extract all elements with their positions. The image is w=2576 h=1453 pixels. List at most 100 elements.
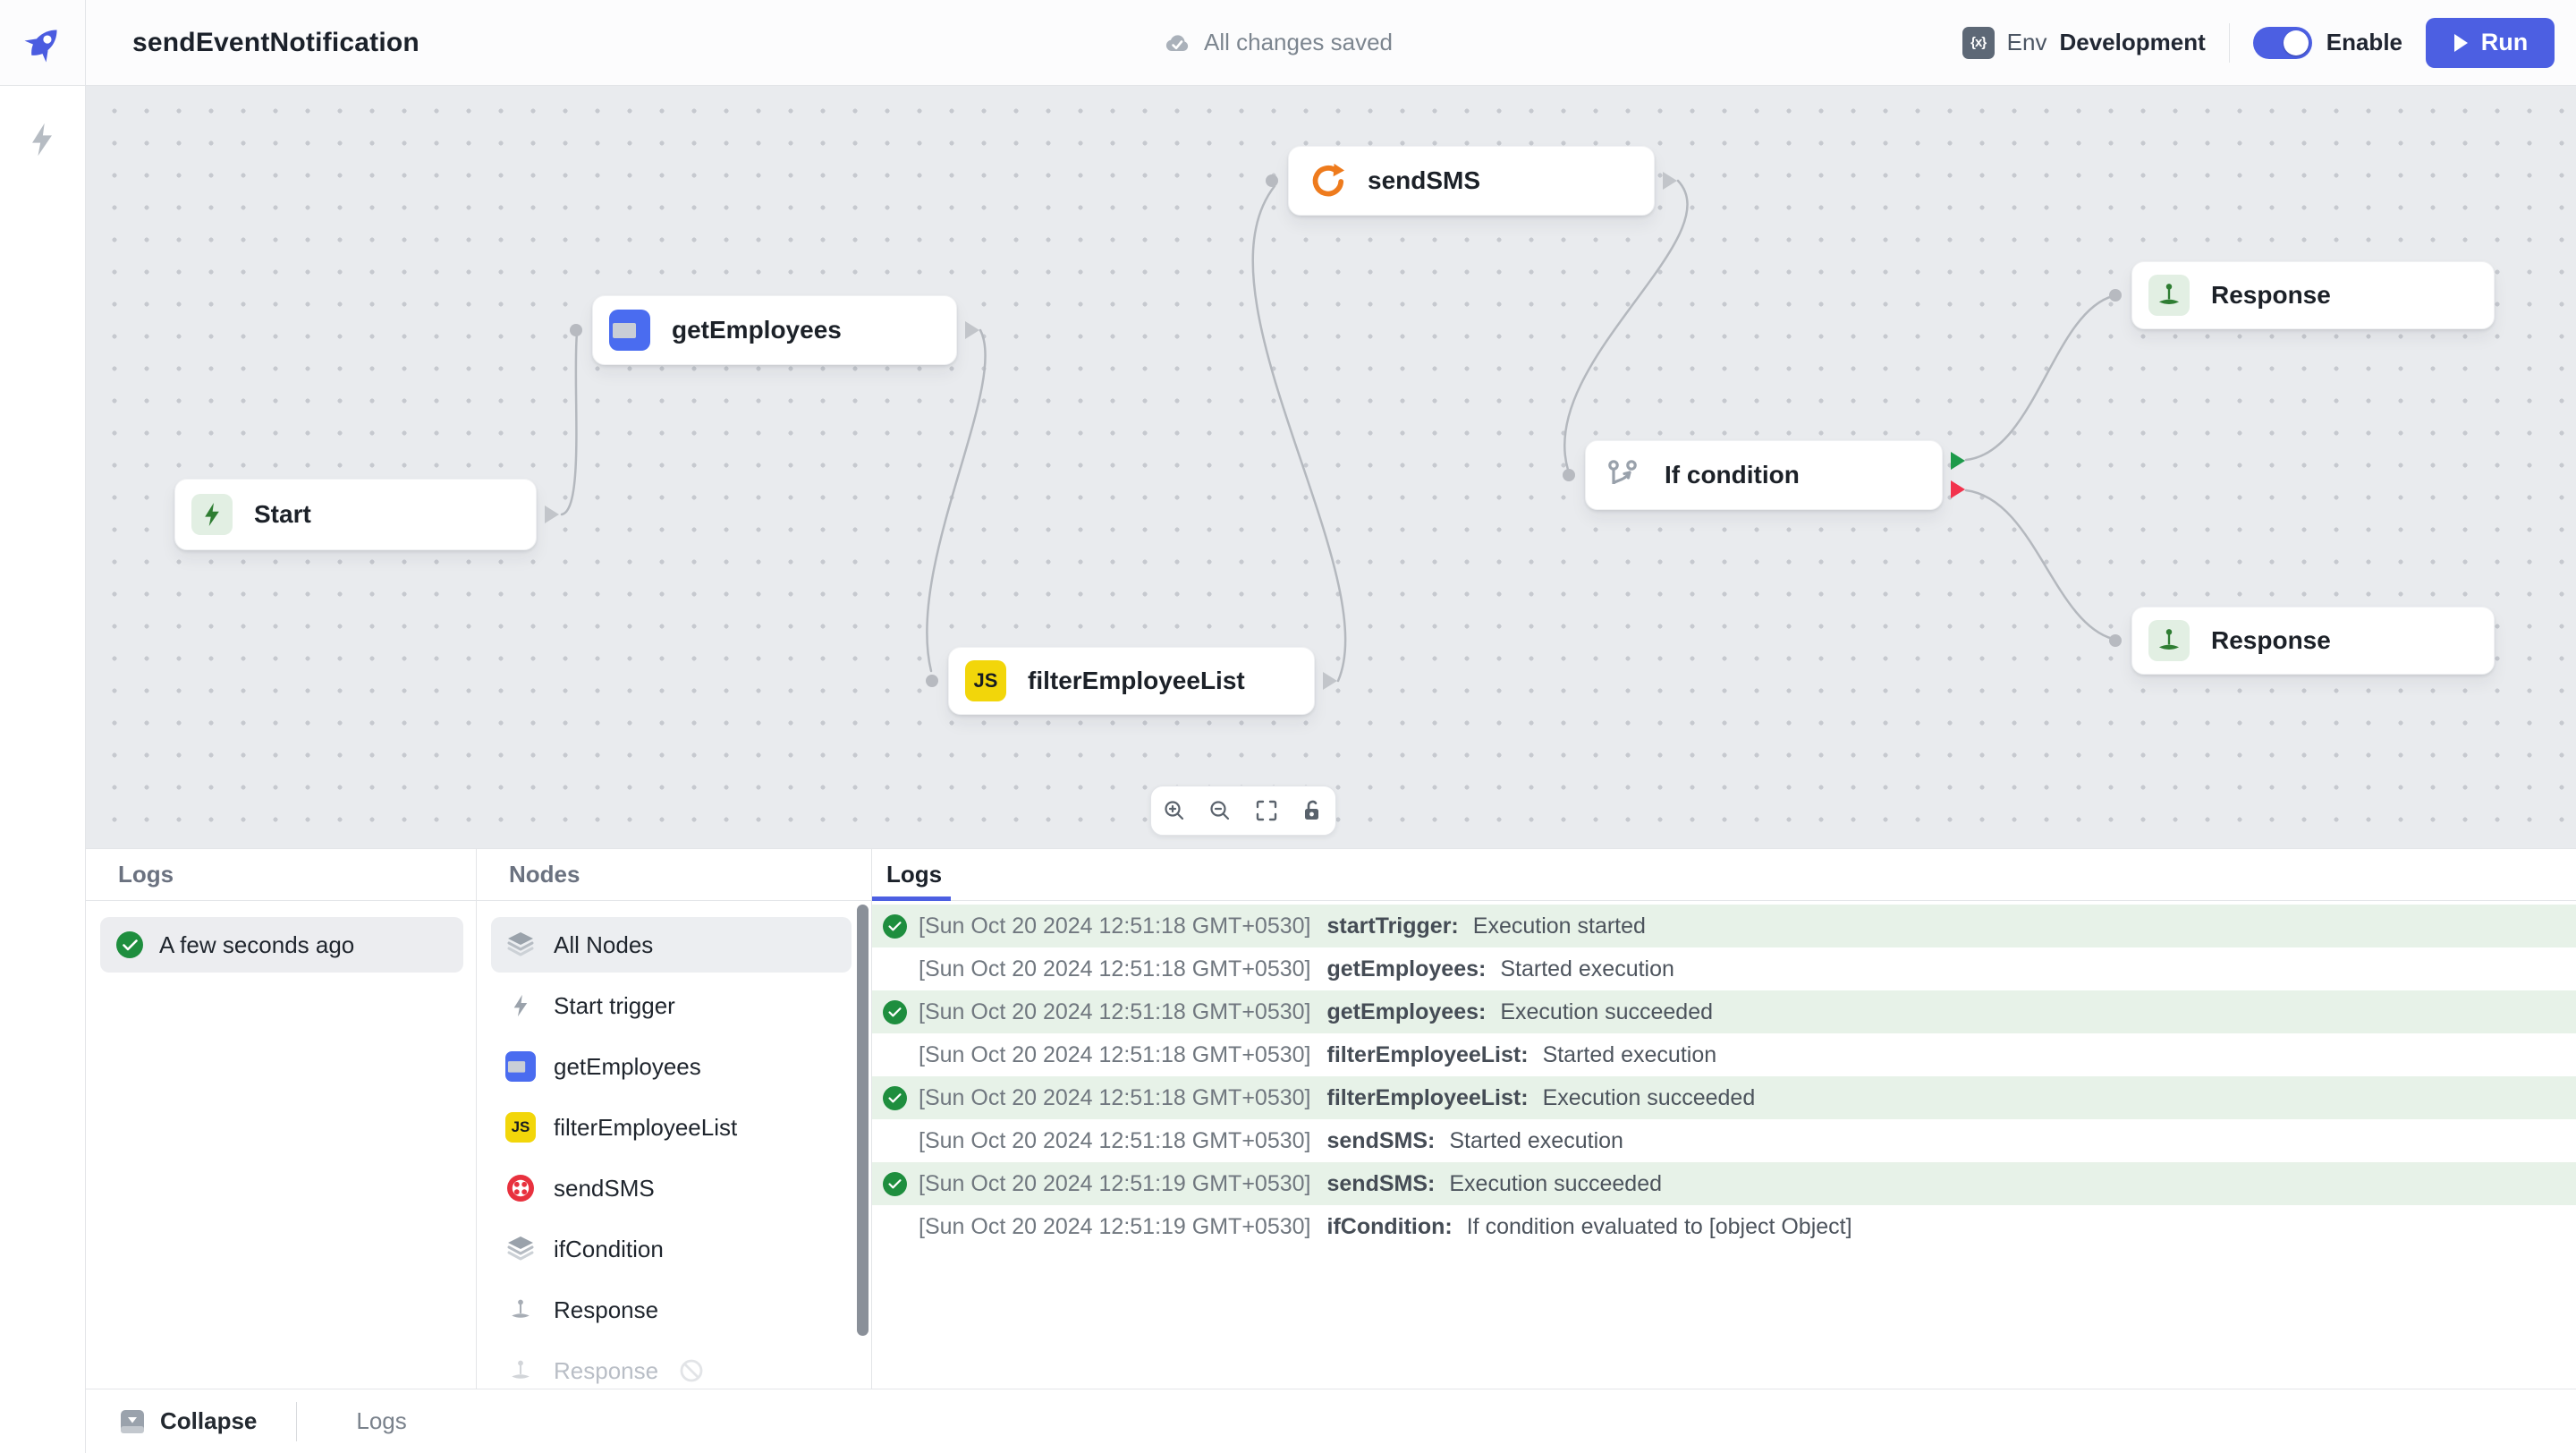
input-port[interactable] (570, 324, 582, 336)
nodes-list-item-response-1[interactable]: Response (491, 1282, 852, 1338)
node-label: Start (254, 500, 311, 529)
output-port-false[interactable] (1951, 480, 1965, 498)
lock-icon[interactable] (1294, 793, 1330, 828)
node-filterEmployeeList[interactable]: JS filterEmployeeList (948, 647, 1315, 715)
nodes-list-item-getEmployees[interactable]: getEmployees (491, 1039, 852, 1094)
run-button[interactable]: Run (2426, 18, 2555, 68)
nodes-header: Nodes (477, 849, 871, 901)
runs-header: Logs (86, 849, 476, 901)
environment-selector[interactable]: {x} Env Development (1962, 27, 2206, 59)
output-port[interactable] (545, 506, 559, 523)
node-response-2[interactable]: Response (2131, 607, 2495, 675)
nodes-list-scrollbar[interactable] (857, 905, 869, 1336)
nodes-list-item-label: Response (554, 1296, 658, 1324)
workflow-editor: Start getEmployees sendSMS JS filterEmpl… (0, 0, 2576, 1453)
node-sendSMS[interactable]: sendSMS (1288, 146, 1655, 216)
collapse-panel-icon (119, 1408, 146, 1435)
log-node-name: sendSMS: (1327, 1128, 1436, 1154)
node-start[interactable]: Start (174, 479, 537, 550)
zoom-in-icon[interactable] (1157, 793, 1192, 828)
log-row[interactable]: [Sun Oct 20 2024 12:51:18 GMT+0530] getE… (872, 990, 2576, 1033)
fit-view-icon[interactable] (1249, 793, 1284, 828)
branch-icon (1602, 455, 1643, 496)
top-bar-actions: {x} Env Development Enable Run (1962, 18, 2576, 68)
env-value: Development (2059, 29, 2205, 56)
log-row[interactable]: [Sun Oct 20 2024 12:51:18 GMT+0530] star… (872, 905, 2576, 947)
env-label: Env (2007, 29, 2047, 56)
runs-column: Logs A few seconds ago (86, 849, 477, 1389)
output-port[interactable] (1663, 172, 1677, 190)
log-row[interactable]: [Sun Oct 20 2024 12:51:18 GMT+0530] filt… (872, 1033, 2576, 1076)
layers-icon (505, 1234, 536, 1264)
enable-toggle[interactable] (2253, 27, 2312, 59)
nodes-column: Nodes All Nodes Start trigger (477, 849, 872, 1389)
nodes-list-item-sendSMS[interactable]: sendSMS (491, 1160, 852, 1216)
input-port[interactable] (2109, 289, 2122, 302)
nodes-list-item-all[interactable]: All Nodes (491, 917, 852, 973)
nodes-list-item-filterEmployeeList[interactable]: JS filterEmployeeList (491, 1100, 852, 1155)
success-check-icon (883, 914, 919, 939)
nodes-list: All Nodes Start trigger getEmployees JS (477, 901, 871, 1398)
success-check-icon (883, 1000, 919, 1024)
node-response-1[interactable]: Response (2131, 261, 2495, 329)
node-ifCondition[interactable]: If condition (1585, 440, 1943, 510)
output-port[interactable] (965, 321, 979, 339)
bottom-panel: Logs A few seconds ago Nodes All Nodes (86, 848, 2576, 1389)
trigger-rail-icon[interactable] (23, 121, 61, 163)
active-tab-indicator (872, 896, 951, 901)
node-label: filterEmployeeList (1028, 667, 1245, 695)
node-getEmployees[interactable]: getEmployees (592, 295, 957, 365)
log-node-name: getEmployees: (1327, 999, 1487, 1025)
log-timestamp: [Sun Oct 20 2024 12:51:18 GMT+0530] (919, 1042, 1311, 1068)
input-port[interactable] (2109, 634, 2122, 647)
save-status: All changes saved (1163, 0, 1393, 85)
success-check-icon (116, 931, 143, 958)
app-logo[interactable] (0, 0, 86, 85)
output-port[interactable] (1323, 672, 1337, 690)
run-item-label: A few seconds ago (159, 931, 354, 959)
success-check-icon (883, 1172, 919, 1196)
log-message: Execution started (1473, 913, 1646, 939)
log-node-name: filterEmployeeList: (1327, 1085, 1529, 1111)
divider (2229, 23, 2230, 63)
log-row[interactable]: [Sun Oct 20 2024 12:51:18 GMT+0530] filt… (872, 1076, 2576, 1119)
enable-label: Enable (2326, 29, 2402, 56)
twilio-icon (505, 1173, 536, 1203)
collapse-button[interactable]: Collapse (119, 1407, 257, 1435)
log-row[interactable]: [Sun Oct 20 2024 12:51:19 GMT+0530] send… (872, 1162, 2576, 1205)
enable-control: Enable (2253, 27, 2402, 59)
js-icon: JS (965, 660, 1006, 701)
nodes-list-item-label: Start trigger (554, 992, 675, 1020)
output-port-true[interactable] (1951, 452, 1965, 470)
node-label: Response (2211, 626, 2331, 655)
zoom-out-icon[interactable] (1202, 793, 1238, 828)
input-port[interactable] (1563, 469, 1575, 481)
table-widget-icon (609, 310, 650, 351)
node-label: sendSMS (1368, 166, 1480, 195)
success-check-icon (883, 1086, 919, 1110)
nodes-list-item-start-trigger[interactable]: Start trigger (491, 978, 852, 1033)
log-row[interactable]: [Sun Oct 20 2024 12:51:18 GMT+0530] getE… (872, 947, 2576, 990)
log-timestamp: [Sun Oct 20 2024 12:51:18 GMT+0530] (919, 1128, 1311, 1154)
js-icon: JS (505, 1112, 536, 1143)
ban-icon (676, 1355, 707, 1386)
footer-logs-button[interactable]: Logs (356, 1407, 406, 1435)
nodes-list-item-label: All Nodes (554, 931, 653, 959)
run-history-item[interactable]: A few seconds ago (100, 917, 463, 973)
tab-logs[interactable]: Logs (872, 861, 942, 888)
footer-bar: Collapse Logs (85, 1389, 2576, 1453)
log-row[interactable]: [Sun Oct 20 2024 12:51:18 GMT+0530] send… (872, 1119, 2576, 1162)
log-row[interactable]: [Sun Oct 20 2024 12:51:19 GMT+0530] ifCo… (872, 1205, 2576, 1248)
log-timestamp: [Sun Oct 20 2024 12:51:19 GMT+0530] (919, 1171, 1311, 1197)
response-pin-icon (505, 1355, 536, 1386)
log-timestamp: [Sun Oct 20 2024 12:51:18 GMT+0530] (919, 913, 1311, 939)
input-port[interactable] (926, 675, 938, 687)
nodes-list-item-label: filterEmployeeList (554, 1114, 737, 1142)
logs-tabbar: Logs (872, 849, 2576, 901)
table-widget-icon (505, 1051, 536, 1082)
input-port[interactable] (1266, 174, 1278, 187)
nodes-list-item-ifCondition[interactable]: ifCondition (491, 1221, 852, 1277)
cloud-check-icon (1163, 29, 1191, 57)
save-status-text: All changes saved (1204, 29, 1393, 56)
nodes-list-item-label: ifCondition (554, 1236, 664, 1263)
